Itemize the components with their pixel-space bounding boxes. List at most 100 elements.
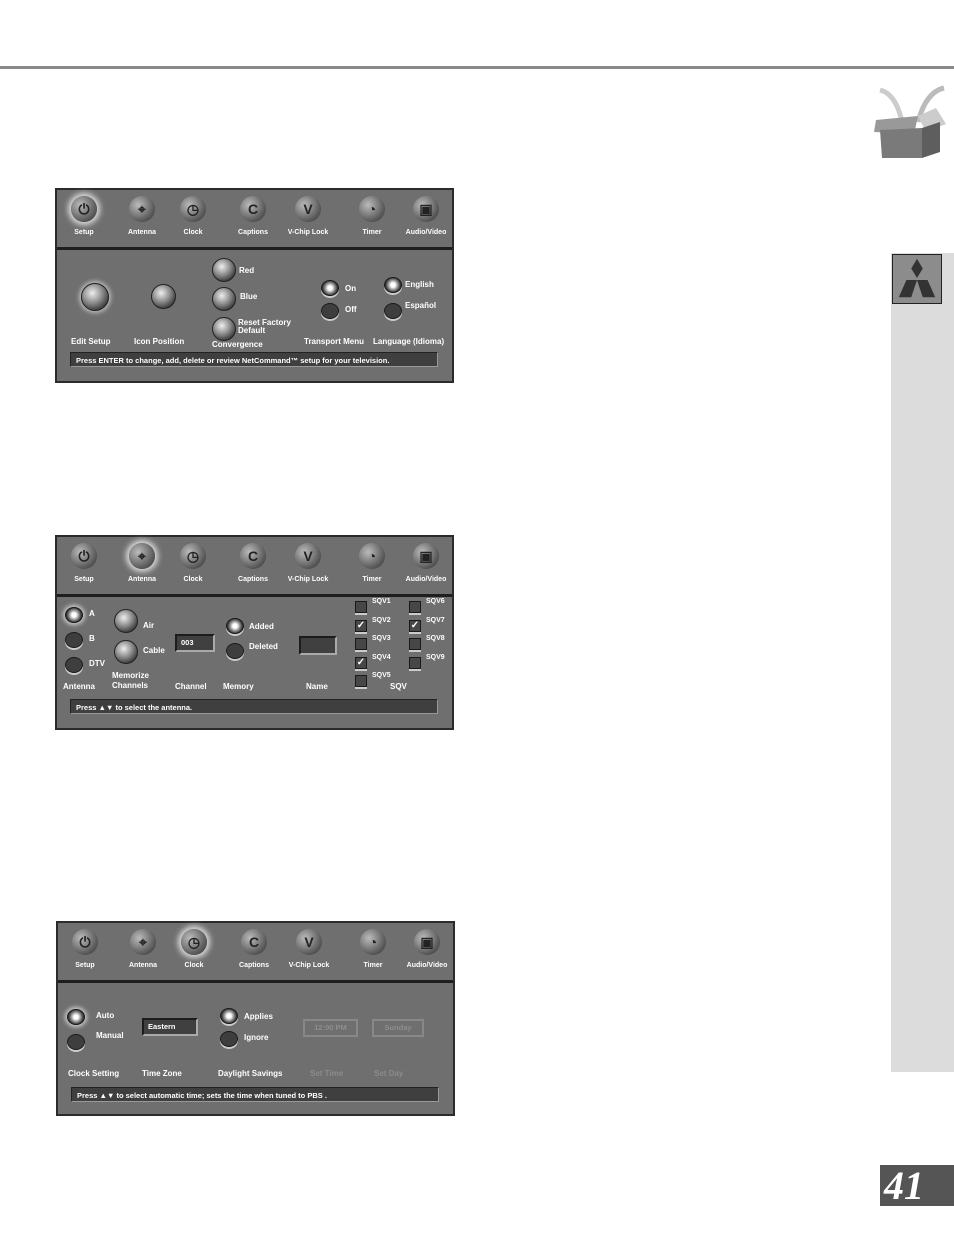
time-zone-select[interactable]: Eastern [142,1018,198,1036]
sqv-checkbox[interactable] [355,675,367,687]
tab-captions[interactable]: C Captions [226,192,280,244]
sqv-checkbox[interactable]: ✓ [355,619,367,632]
tab-setup[interactable]: ⏻ Setup [58,925,112,977]
antenna-b-radio[interactable] [65,632,83,648]
channel-input[interactable]: 003 [175,634,215,652]
audio-video-icon: ▣ [413,543,439,569]
tab-label: V-Chip Lock [287,229,329,236]
memory-deleted-label: Deleted [249,642,278,651]
name-input[interactable] [299,636,337,655]
clock-icon: ◷ [180,196,206,222]
tab-antenna[interactable]: ⌖ Antenna [115,192,169,244]
timer-icon: ◔ [360,929,386,955]
tab-clock[interactable]: ◷ Clock [167,925,221,977]
daylight-applies-radio[interactable] [220,1008,238,1024]
memorize-cable-label: Cable [143,646,165,655]
daylight-ignore-radio[interactable] [220,1031,238,1047]
antenna-b-label: B [89,634,95,643]
tab-audio-video[interactable]: ▣ Audio/Video [399,192,453,244]
language-english-radio[interactable] [384,277,402,293]
name-label: Name [306,682,328,691]
tab-label: Setup [75,962,95,969]
tab-timer[interactable]: ◔ Timer [345,539,399,591]
tab-captions[interactable]: C Captions [227,925,281,977]
antenna-icon: ⌖ [130,929,156,955]
timer-icon: ◔ [359,196,385,222]
tab-captions[interactable]: C Captions [226,539,280,591]
tab-label: Timer [362,229,382,236]
tab-timer[interactable]: ◔ Timer [346,925,400,977]
tab-label: V-Chip Lock [288,962,330,969]
menu-icon-bar: ⏻ Setup ⌖ Antenna ◷ Clock C Captions V V-Chip Loc… [58,923,453,983]
tab-label: Clock [184,962,204,969]
tab-timer[interactable]: ◔ Timer [345,192,399,244]
icon-position-label: Icon Position [134,337,185,346]
memory-deleted-radio[interactable] [226,643,244,659]
sqv-checkbox[interactable] [355,638,367,650]
sqv-checkbox[interactable] [355,601,367,613]
plug-icon: ⏻ [71,196,97,222]
edit-setup-label: Edit Setup [71,337,111,346]
tab-label: Timer [362,576,382,583]
sqv-checkbox-label: SQV8 [426,635,445,642]
tab-setup[interactable]: ⏻ Setup [57,539,111,591]
sqv-checkbox-label: SQV6 [426,598,445,605]
clock-setting-label: Clock Setting [68,1069,120,1078]
reset-factory-default-label: Reset Factory Default [238,318,291,335]
convergence-red-button[interactable] [212,258,236,282]
icon-position-button[interactable] [151,284,176,309]
page-number: 41 [880,1165,954,1206]
sqv-checkbox-label: SQV3 [372,635,391,642]
time-zone-label: Time Zone [142,1069,182,1078]
lock-icon: V [295,543,321,569]
memory-added-radio[interactable] [226,618,244,634]
transport-on-radio[interactable] [321,280,339,296]
memorize-air-label: Air [143,621,155,630]
memorize-air-button[interactable] [114,609,138,633]
tab-label: Clock [183,576,203,583]
tab-label: Captions [238,576,268,583]
antenna-dtv-radio[interactable] [65,657,83,673]
edit-setup-button[interactable] [81,283,109,311]
transport-off-label: Off [345,305,357,314]
sqv-checkbox-label: SQV1 [372,598,391,605]
tab-v-chip-lock[interactable]: V V-Chip Lock [281,192,335,244]
sqv-checkbox[interactable] [409,656,421,669]
clock-manual-radio[interactable] [67,1034,85,1050]
sqv-checkbox[interactable] [409,638,421,650]
memory-label: Memory [223,682,254,691]
captions-icon: C [240,196,266,222]
tab-audio-video[interactable]: ▣ Audio/Video [399,539,453,591]
reset-factory-default-button[interactable] [212,317,236,341]
transport-off-radio[interactable] [321,303,339,319]
language-espanol-radio[interactable] [384,303,402,319]
convergence-blue-label: Blue [240,292,258,301]
tab-audio-video[interactable]: ▣ Audio/Video [400,925,454,977]
convergence-label: Convergence [212,340,263,349]
tab-antenna[interactable]: ⌖ Antenna [116,925,170,977]
memorize-cable-button[interactable] [114,640,138,664]
tab-clock[interactable]: ◷ Clock [166,192,220,244]
daylight-applies-label: Applies [244,1012,273,1021]
tab-label: Setup [74,576,94,583]
status-bar: Press ▲▼ to select automatic time; sets … [71,1087,439,1102]
clock-auto-radio[interactable] [67,1009,85,1025]
sqv-checkbox[interactable] [409,601,421,613]
tab-v-chip-lock[interactable]: V V-Chip Lock [282,925,336,977]
tab-clock[interactable]: ◷ Clock [166,539,220,591]
language-english-label: English [405,280,434,289]
tab-antenna[interactable]: ⌖ Antenna [115,539,169,591]
sidebar-strip [891,253,954,1072]
antenna-a-radio[interactable] [65,607,83,623]
sqv-checkbox[interactable]: ✓ [355,656,367,669]
tab-setup[interactable]: ⏻ Setup [57,192,111,244]
convergence-red-label: Red [239,266,255,275]
sqv-checkbox[interactable]: ✓ [409,619,421,632]
plug-icon: ⏻ [72,929,98,955]
tab-v-chip-lock[interactable]: V V-Chip Lock [281,539,335,591]
antenna-icon: ⌖ [129,543,155,569]
language-label: Language (Idioma) [373,337,445,346]
convergence-blue-button[interactable] [212,287,236,311]
mitsubishi-logo-icon [892,254,942,304]
sqv-checkbox-label: SQV7 [426,616,445,624]
